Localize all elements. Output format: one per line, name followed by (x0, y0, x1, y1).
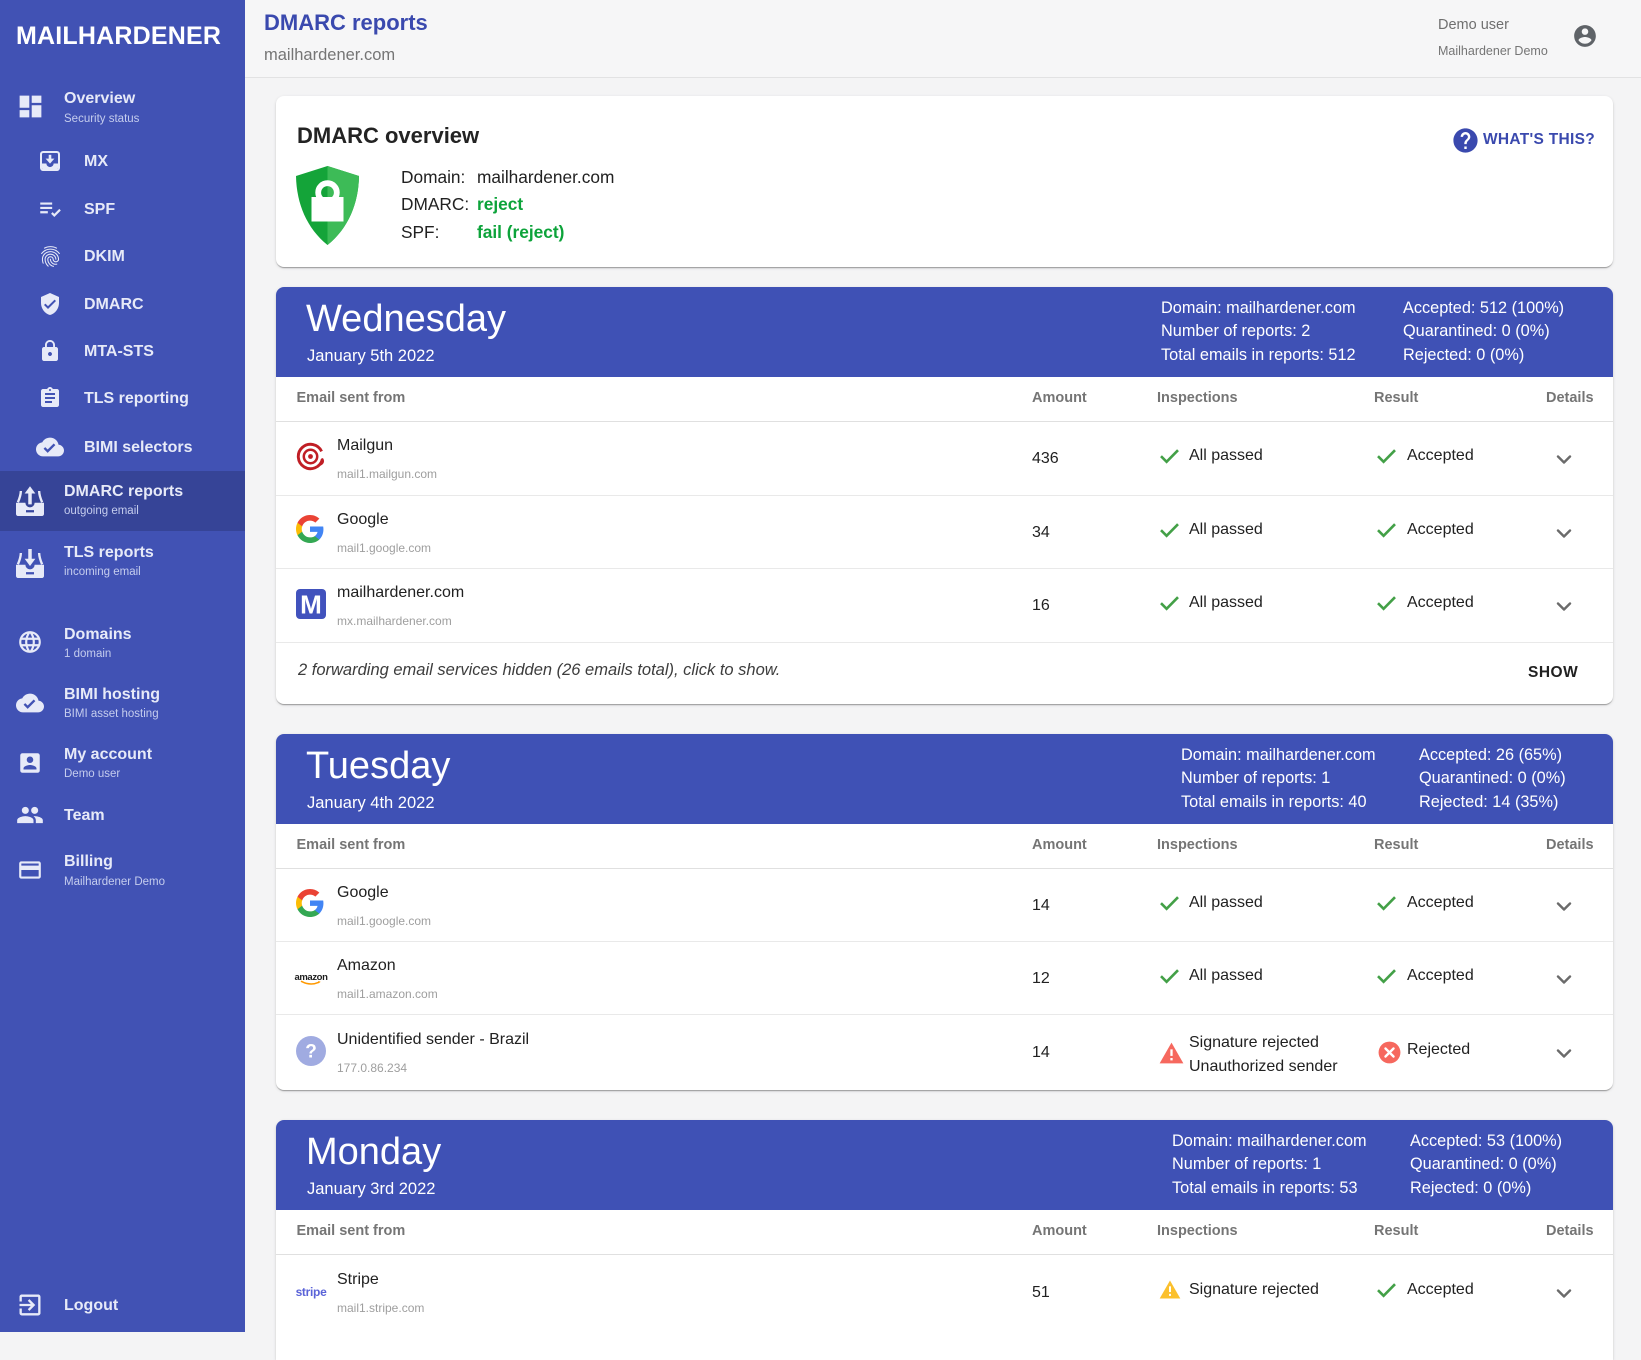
svg-text:stripe: stripe (296, 1285, 327, 1299)
svg-text:?: ? (305, 1041, 317, 1062)
svg-text:M: M (300, 589, 322, 619)
svg-text:amazon: amazon (295, 972, 328, 983)
